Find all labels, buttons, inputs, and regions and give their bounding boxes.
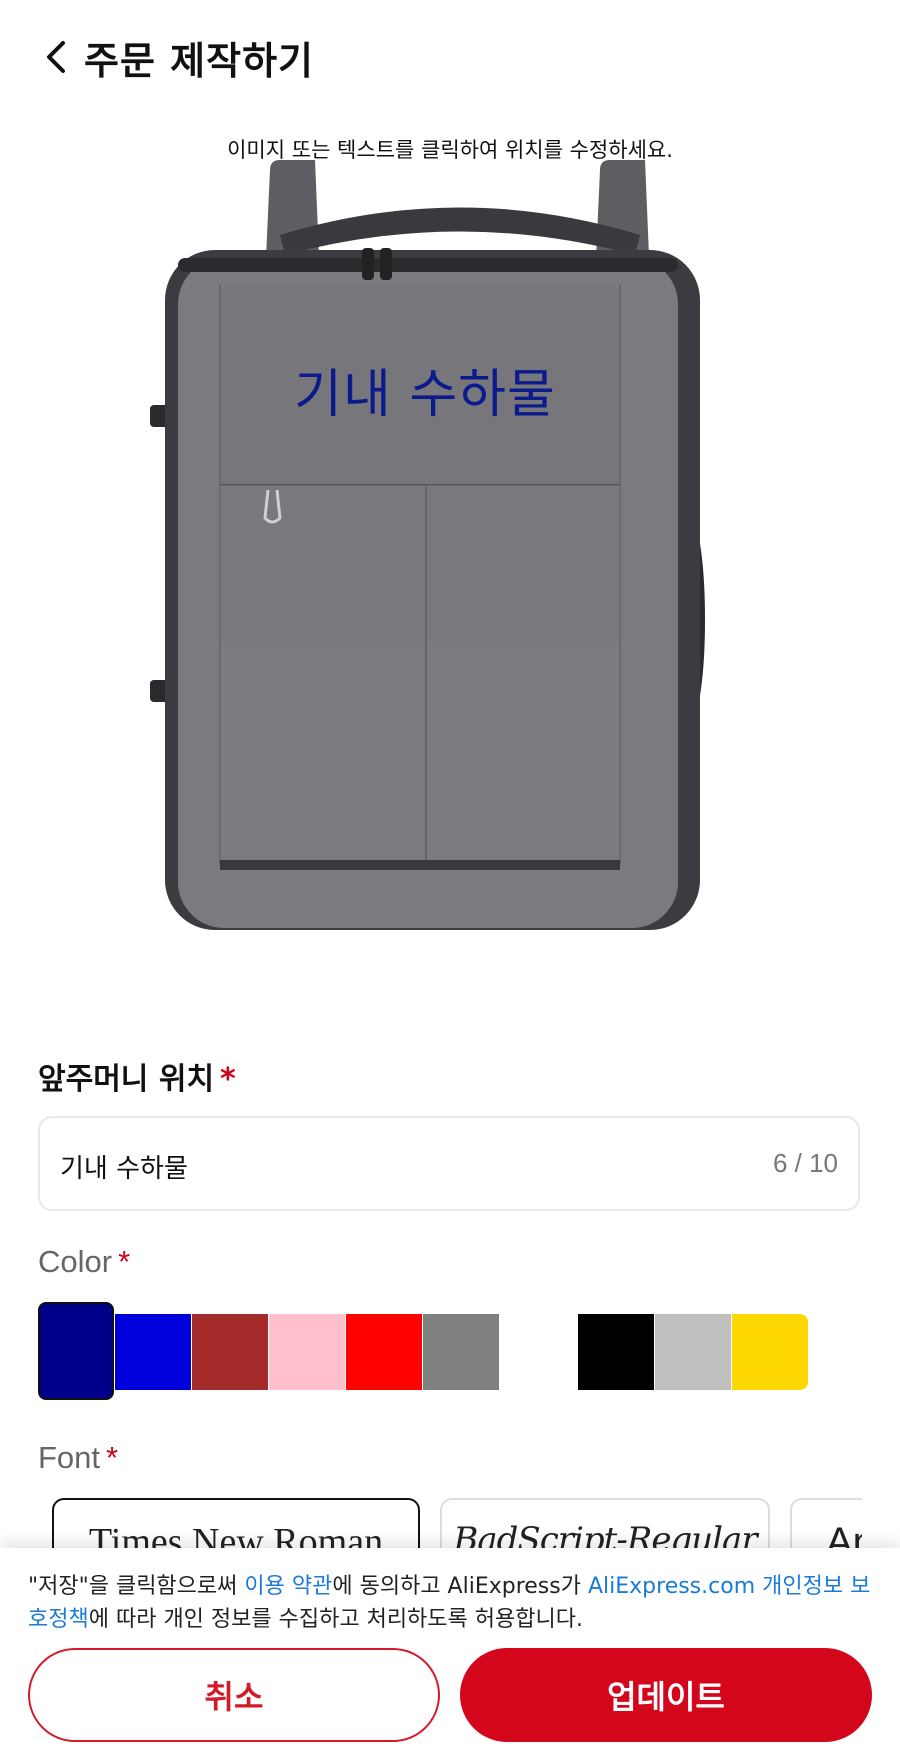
color-swatch[interactable] [423, 1314, 499, 1390]
back-button[interactable] [36, 32, 76, 82]
color-swatch-selected[interactable] [38, 1302, 114, 1400]
header: 주문 제작하기 [0, 0, 900, 118]
page-title: 주문 제작하기 [84, 39, 314, 83]
color-swatch[interactable] [192, 1314, 268, 1390]
product-preview-image[interactable] [140, 160, 760, 990]
color-swatch[interactable] [655, 1314, 731, 1390]
notice-text: 에 동의하고 AliExpress가 [332, 1574, 588, 1599]
color-swatch[interactable] [269, 1314, 345, 1390]
terms-link[interactable]: 이용 약관 [244, 1574, 332, 1599]
position-label-text: 앞주머니 위치 [38, 1062, 215, 1097]
color-swatch-list [38, 1302, 868, 1400]
color-field-label: Color * [38, 1244, 130, 1280]
required-mark: * [220, 1062, 236, 1097]
color-swatch[interactable] [500, 1314, 576, 1390]
color-swatch[interactable] [732, 1314, 808, 1390]
consent-notice: "저장"을 클릭함으로써 이용 약관에 동의하고 AliExpress가 Ali… [28, 1570, 874, 1636]
chevron-left-icon [47, 41, 65, 73]
color-swatch[interactable] [346, 1314, 422, 1390]
character-count: 6 / 10 [772, 1148, 838, 1178]
notice-text: 에 따라 개인 정보를 수집하고 처리하도록 허용합니다. [88, 1607, 583, 1632]
font-label-text: Font [38, 1440, 101, 1475]
color-swatch[interactable] [115, 1314, 191, 1390]
bottom-action-bar: "저장"을 클릭함으로써 이용 약관에 동의하고 AliExpress가 Ali… [0, 1548, 900, 1750]
position-field-label: 앞주머니 위치 * [38, 1054, 236, 1098]
required-mark: * [118, 1244, 131, 1279]
position-text-input[interactable]: 기내 수하물 6 / 10 [38, 1116, 860, 1211]
cancel-button[interactable]: 취소 [28, 1648, 440, 1742]
update-button[interactable]: 업데이트 [460, 1648, 872, 1742]
color-swatch[interactable] [578, 1314, 654, 1390]
color-label-text: Color [38, 1244, 113, 1279]
required-mark: * [106, 1440, 119, 1475]
font-field-label: Font * [38, 1440, 118, 1476]
notice-text: "저장"을 클릭함으로써 [28, 1574, 245, 1599]
preview-overlay-text[interactable]: 기내 수하물 [0, 352, 850, 427]
position-input-value[interactable]: 기내 수하물 [60, 1148, 188, 1185]
